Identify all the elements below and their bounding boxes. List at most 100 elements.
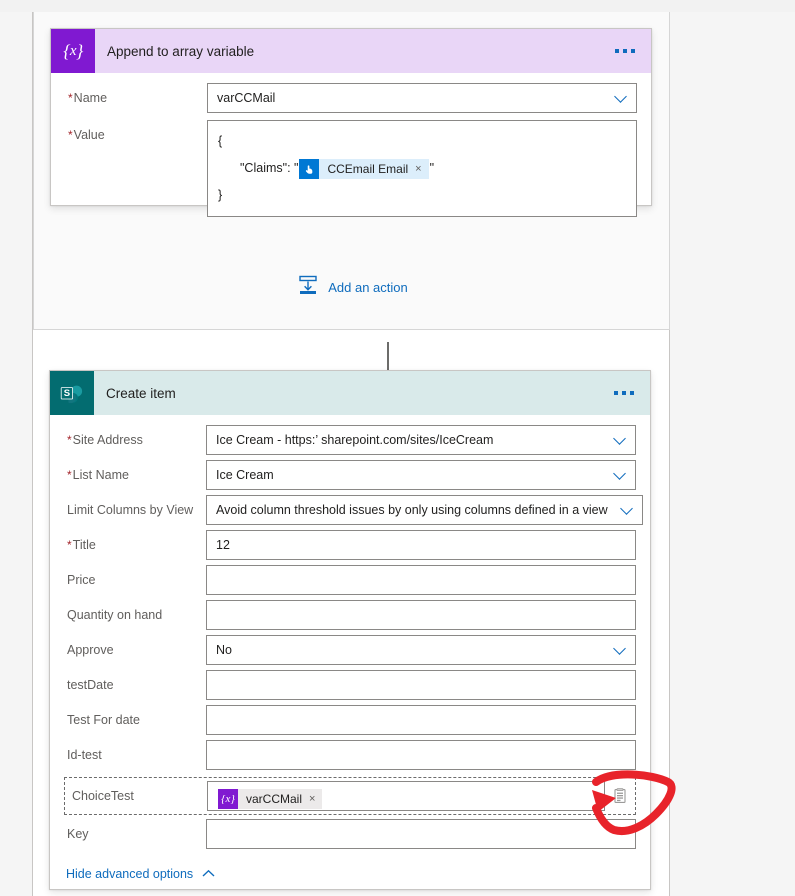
create-item-card-title: Create item (106, 385, 176, 401)
field-wrapper (206, 740, 636, 770)
field-label-text: Title (72, 538, 96, 552)
field-label: *Title (64, 530, 206, 560)
create-item-more-button[interactable] (612, 385, 636, 401)
field-label-text: Id-test (67, 748, 102, 762)
dynamic-token-ccemail[interactable]: CCEmail Email × (299, 158, 429, 179)
append-card-header[interactable]: {x} Append to array variable (51, 29, 651, 73)
token-label: varCCMail (246, 791, 303, 806)
field-wrapper: Ice Cream (206, 460, 636, 490)
json-claims-suffix: " (429, 161, 435, 175)
close-icon[interactable]: × (415, 159, 421, 179)
field-label: Approve (64, 635, 206, 665)
choicetest-input[interactable]: {x} varCCMail × (207, 781, 605, 811)
json-line-claims: "Claims": " CCEmail Email × " (218, 155, 627, 182)
field-input[interactable] (206, 670, 636, 700)
field-combobox[interactable]: Avoid column threshold issues by only us… (206, 495, 643, 525)
token-label: CCEmail Email (327, 161, 409, 176)
value-multiline-editor[interactable]: { "Claims": " CCEmail Email × " } (207, 120, 637, 217)
field-row-title: *Title 12 (64, 530, 636, 563)
variable-braces-icon: {x} (51, 29, 95, 73)
token-body: CCEmail Email × (319, 158, 429, 179)
dynamic-content-picker-icon[interactable] (609, 785, 631, 807)
field-label-text: Test For date (67, 713, 140, 727)
svg-text:S: S (64, 388, 70, 399)
field-label-text: List Name (72, 468, 129, 482)
value-field-wrapper: { "Claims": " CCEmail Email × " } (207, 120, 637, 217)
name-field-label: *Name (68, 91, 108, 105)
key-label: Key (67, 827, 89, 841)
field-input[interactable] (206, 600, 636, 630)
field-row-approve: Approve No (64, 635, 636, 668)
field-label-text: Limit Columns by View (67, 503, 194, 517)
required-asterisk: * (67, 433, 72, 447)
touch-hand-icon (299, 158, 320, 179)
flow-designer-canvas: {x} Append to array variable *Name varCC… (0, 0, 795, 896)
create-item-field-list: *Site Address Ice Cream - https:’ sharepo… (64, 425, 643, 773)
field-row-price: Price (64, 565, 636, 598)
choicetest-field-wrapper: {x} varCCMail × (207, 781, 605, 811)
field-input[interactable] (206, 740, 636, 770)
required-asterisk: * (68, 91, 73, 105)
field-wrapper: Avoid column threshold issues by only us… (206, 495, 643, 525)
field-label-text: Price (67, 573, 96, 587)
field-label: Price (64, 565, 206, 595)
value-field-label: *Value (68, 128, 105, 142)
left-rail (0, 12, 32, 896)
field-wrapper: 12 (206, 530, 636, 560)
hide-advanced-options-link[interactable]: Hide advanced options (66, 865, 215, 883)
field-wrapper (206, 565, 636, 595)
name-combobox[interactable]: varCCMail (207, 83, 637, 113)
field-label-text: testDate (67, 678, 114, 692)
field-wrapper: Ice Cream - https:’ sharepoint.com/sites… (206, 425, 636, 455)
field-row-list-name: *List Name Ice Cream (64, 460, 636, 493)
field-label: Quantity on hand (64, 600, 206, 630)
json-claims-prefix: "Claims": " (240, 161, 299, 175)
field-combobox[interactable]: Ice Cream - https:’ sharepoint.com/sites… (206, 425, 636, 455)
required-asterisk: * (67, 468, 72, 482)
append-card-title: Append to array variable (107, 43, 255, 59)
field-label-text: Site Address (72, 433, 143, 447)
field-combobox[interactable]: No (206, 635, 636, 665)
dynamic-token-varccmail[interactable]: {x} varCCMail × (218, 788, 323, 809)
add-an-action-label: Add an action (328, 280, 408, 295)
add-an-action-button[interactable]: Add an action (34, 274, 671, 301)
field-row-limit-columns-by-view: Limit Columns by View Avoid column thresh… (64, 495, 643, 528)
field-label: Test For date (64, 705, 206, 735)
append-to-array-variable-card[interactable]: {x} Append to array variable *Name varCC… (50, 28, 652, 217)
json-line-close: } (218, 188, 223, 202)
hide-advanced-options-label: Hide advanced options (66, 867, 194, 881)
variable-braces-icon: {x} (218, 788, 238, 809)
required-asterisk: * (68, 128, 73, 142)
key-input[interactable] (206, 819, 636, 849)
choicetest-label: ChoiceTest (72, 789, 134, 803)
create-item-card[interactable]: S Create item *Site Address Ice Cream - h… (49, 370, 651, 890)
required-asterisk: * (67, 538, 72, 552)
create-item-card-header[interactable]: S Create item (50, 371, 650, 415)
field-row-test-for-date: Test For date (64, 705, 636, 738)
field-wrapper (206, 705, 636, 735)
scope-container: {x} Append to array variable *Name varCC… (33, 12, 670, 330)
field-row-quantity-on-hand: Quantity on hand (64, 600, 636, 633)
append-card-more-button[interactable] (613, 43, 637, 59)
field-row-value: *Value { "Claims": " CCEmail Email × " } (65, 120, 637, 217)
field-row-choicetest[interactable]: ChoiceTest {x} varCCMail × (64, 777, 636, 815)
field-input[interactable] (206, 705, 636, 735)
field-row-key: Key (64, 819, 636, 852)
insert-action-icon (297, 274, 319, 301)
field-label: testDate (64, 670, 206, 700)
field-label: *Site Address (64, 425, 206, 455)
field-label: Limit Columns by View (64, 495, 206, 525)
append-card-body: *Name varCCMail *Value { "Claims": " CCEm… (51, 73, 651, 231)
token-body: varCCMail × (238, 788, 323, 809)
field-combobox[interactable]: Ice Cream (206, 460, 636, 490)
field-input[interactable] (206, 565, 636, 595)
field-input[interactable]: 12 (206, 530, 636, 560)
key-field-wrapper (206, 819, 636, 849)
name-field-wrapper: varCCMail (207, 83, 637, 113)
field-wrapper (206, 600, 636, 630)
close-icon[interactable]: × (309, 789, 315, 809)
designer-surface: {x} Append to array variable *Name varCC… (32, 12, 670, 896)
field-label: Id-test (64, 740, 206, 770)
sharepoint-icon: S (50, 371, 94, 415)
field-row-site-address: *Site Address Ice Cream - https:’ sharepo… (64, 425, 636, 458)
